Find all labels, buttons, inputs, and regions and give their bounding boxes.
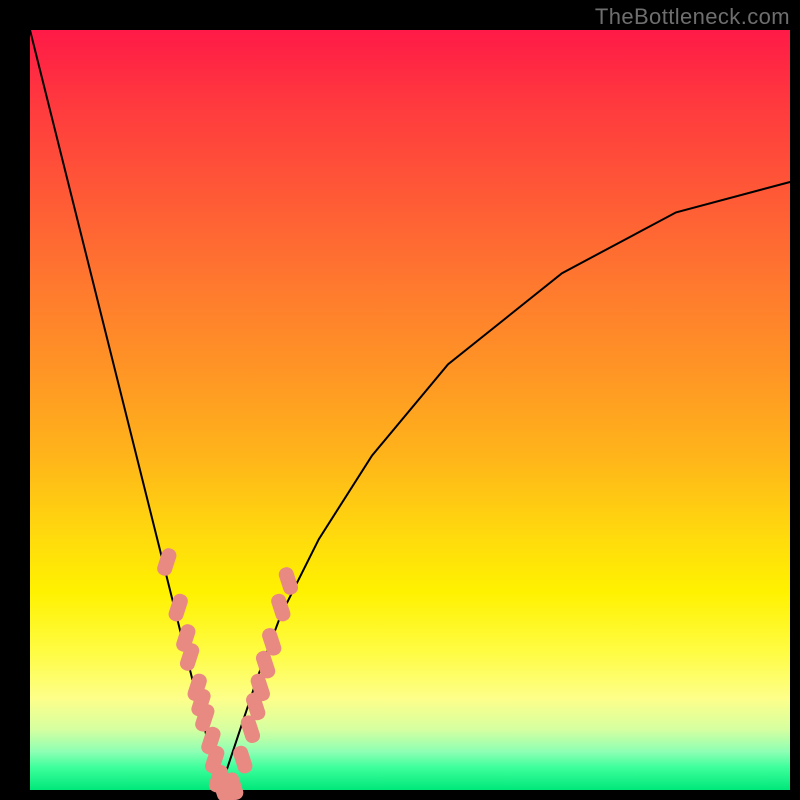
chart-frame: TheBottleneck.com — [0, 0, 800, 800]
curve-marker — [269, 592, 292, 623]
marker-group — [155, 546, 300, 800]
plot-background — [30, 30, 790, 790]
curve-marker — [155, 546, 178, 577]
curve-marker — [167, 592, 190, 623]
curve-marker — [231, 744, 254, 775]
curve-marker — [277, 565, 300, 596]
bottleneck-curve — [30, 30, 790, 790]
curve-layer — [30, 30, 790, 790]
watermark-text: TheBottleneck.com — [595, 4, 790, 30]
